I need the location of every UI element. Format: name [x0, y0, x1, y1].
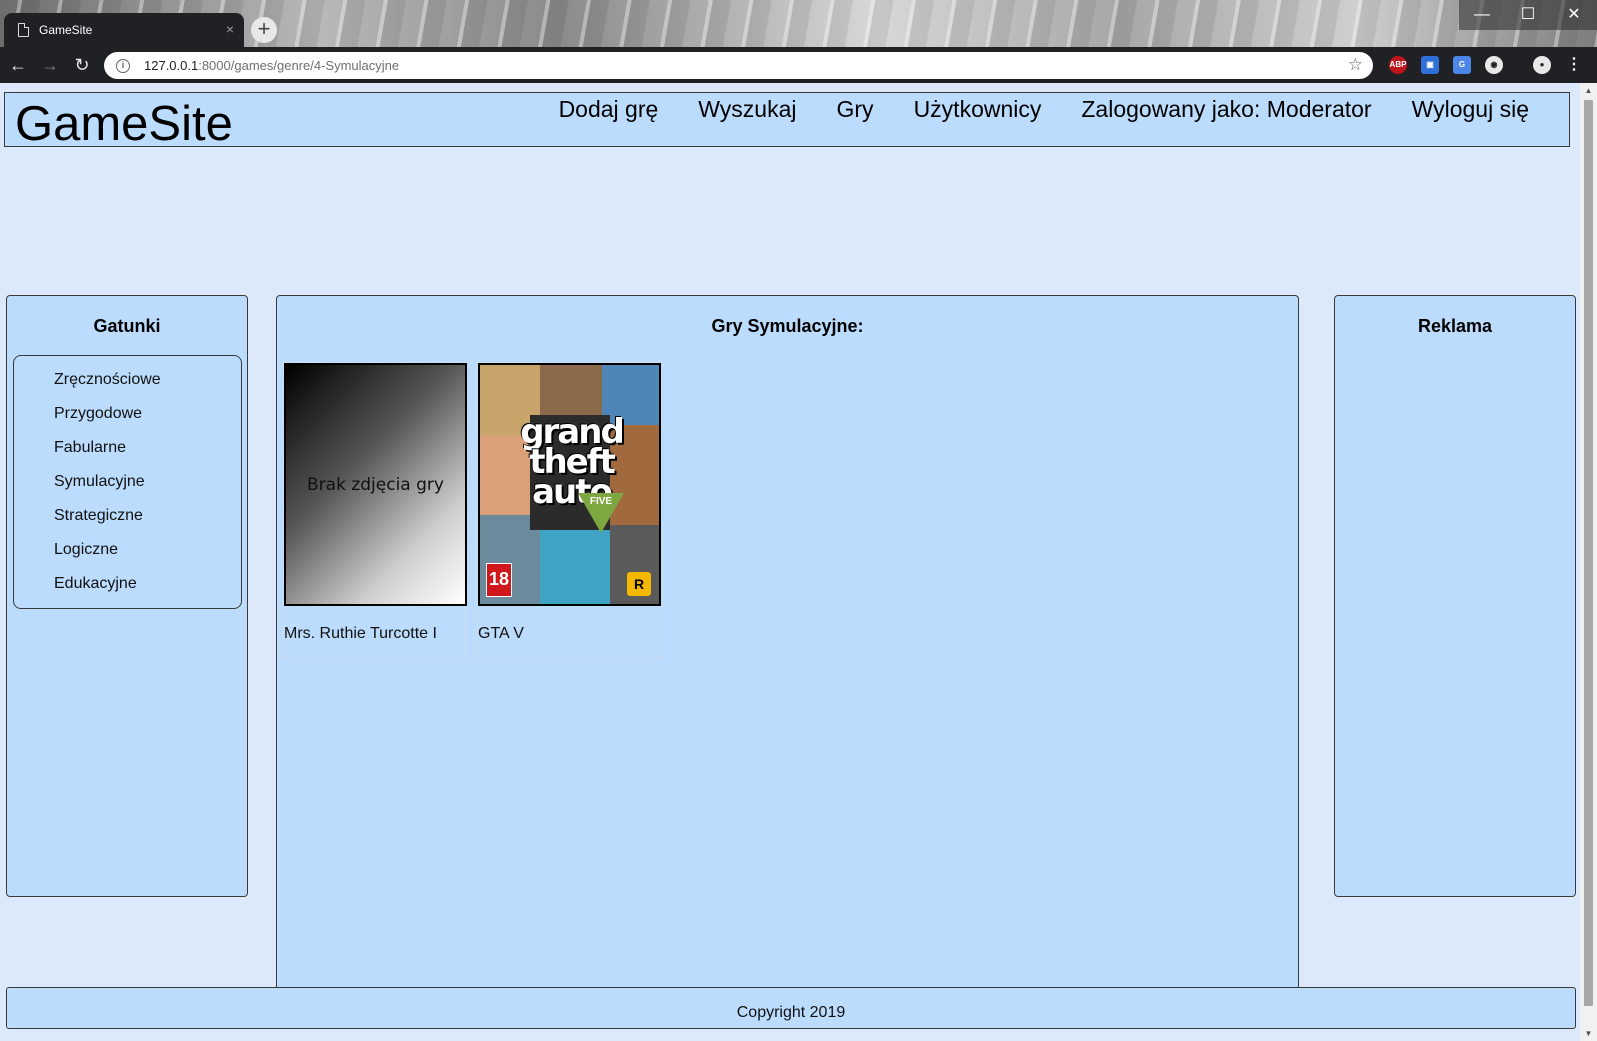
game-name[interactable]: Mrs. Ruthie Turcotte I — [284, 606, 465, 643]
back-icon[interactable]: ← — [6, 53, 30, 77]
games-title: Gry Symulacyjne: — [711, 316, 864, 336]
scroll-up-icon[interactable]: ▲ — [1583, 86, 1594, 95]
screenshot-icon[interactable]: ▣ — [1421, 56, 1439, 74]
site-header: GameSite Dodaj grę Wyszukaj Gry Użytkown… — [4, 92, 1570, 151]
game-cover-image[interactable]: grand theft auto FIVE 18 R — [478, 363, 661, 606]
reload-icon[interactable]: ↻ — [70, 53, 94, 77]
browser-toolbar: ← → ↻ i 127.0.0.1:8000/games/genre/4-Sym… — [0, 47, 1597, 83]
nav-search[interactable]: Wyszukaj — [698, 96, 796, 123]
genre-item[interactable]: Edukacyjne — [54, 575, 241, 609]
minimize-button[interactable]: — — [1459, 0, 1505, 30]
profile-icon[interactable]: ● — [1533, 56, 1551, 74]
star-icon[interactable]: ☆ — [1348, 55, 1363, 75]
scrollbar-thumb[interactable] — [1584, 100, 1593, 1006]
url-host: 127.0.0.1 — [144, 58, 199, 73]
site-logo[interactable]: GameSite — [15, 96, 233, 152]
genre-list-box: Zręcznościowe Przygodowe Fabularne Symul… — [13, 355, 242, 609]
page-viewport: GameSite Dodaj grę Wyszukaj Gry Użytkown… — [0, 83, 1597, 1041]
genre-item[interactable]: Fabularne — [54, 439, 241, 473]
game-name[interactable]: GTA V — [478, 606, 659, 643]
age-rating-badge: 18 — [486, 563, 512, 597]
genre-item[interactable]: Zręcznościowe — [54, 371, 241, 405]
main-nav: Dodaj grę Wyszukaj Gry Użytkownicy Zalog… — [559, 93, 1569, 123]
game-cards: Brak zdjęcia gry Mrs. Ruthie Turcotte I … — [283, 362, 671, 659]
nav-games[interactable]: Gry — [837, 96, 874, 123]
browser-tab[interactable]: GameSite × — [4, 13, 244, 47]
close-window-button[interactable]: ✕ — [1551, 0, 1597, 30]
ads-title: Reklama — [1417, 316, 1493, 336]
genres-sidebar: Gatunki Zręcznościowe Przygodowe Fabular… — [6, 295, 248, 897]
page-icon — [18, 23, 29, 37]
circle-extension-icon[interactable]: ◉ — [1485, 56, 1503, 74]
nav-logout[interactable]: Wyloguj się — [1412, 96, 1529, 123]
site-footer: Copyright 2019 — [6, 987, 1576, 1029]
copyright-text: Copyright 2019 — [736, 1004, 846, 1021]
game-card[interactable]: grand theft auto FIVE 18 R GTA V — [477, 362, 661, 659]
scroll-down-icon[interactable]: ▼ — [1583, 1029, 1594, 1038]
publisher-logo: R — [627, 572, 651, 596]
genre-item[interactable]: Strategiczne — [54, 507, 241, 541]
game-card[interactable]: Brak zdjęcia gry Mrs. Ruthie Turcotte I — [283, 362, 467, 659]
tab-title: GameSite — [39, 23, 93, 37]
adblock-icon[interactable]: ABP — [1389, 56, 1407, 74]
menu-icon[interactable]: ⋮ — [1565, 56, 1583, 74]
genres-title: Gatunki — [93, 316, 161, 336]
game-cover-placeholder[interactable]: Brak zdjęcia gry — [284, 363, 467, 606]
tab-close-icon[interactable]: × — [226, 22, 234, 36]
maximize-button[interactable]: ☐ — [1505, 0, 1551, 30]
forward-icon[interactable]: → — [38, 53, 62, 77]
new-tab-button[interactable]: + — [251, 17, 277, 43]
genre-list: Zręcznościowe Przygodowe Fabularne Symul… — [14, 356, 241, 609]
genre-item[interactable]: Logiczne — [54, 541, 241, 575]
page-scrollbar[interactable]: ▲ ▼ — [1580, 83, 1597, 1041]
games-panel: Gry Symulacyjne: Brak zdjęcia gry Mrs. R… — [276, 295, 1299, 995]
browser-titlebar: GameSite × + — ☐ ✕ — [0, 0, 1597, 47]
info-icon[interactable]: i — [116, 58, 130, 73]
no-image-text: Brak zdjęcia gry — [307, 474, 444, 495]
nav-add-game[interactable]: Dodaj grę — [559, 96, 659, 123]
url-path: :8000/games/genre/4-Symulacyjne — [198, 58, 400, 73]
nav-users[interactable]: Użytkownicy — [914, 96, 1042, 123]
address-bar[interactable]: i 127.0.0.1:8000/games/genre/4-Symulacyj… — [104, 52, 1373, 79]
genre-item[interactable]: Przygodowe — [54, 405, 241, 439]
genre-item[interactable]: Symulacyjne — [54, 473, 241, 507]
ads-sidebar: Reklama — [1334, 295, 1576, 897]
translate-icon[interactable]: G — [1453, 56, 1471, 74]
nav-logged-in-as[interactable]: Zalogowany jako: Moderator — [1081, 96, 1371, 123]
